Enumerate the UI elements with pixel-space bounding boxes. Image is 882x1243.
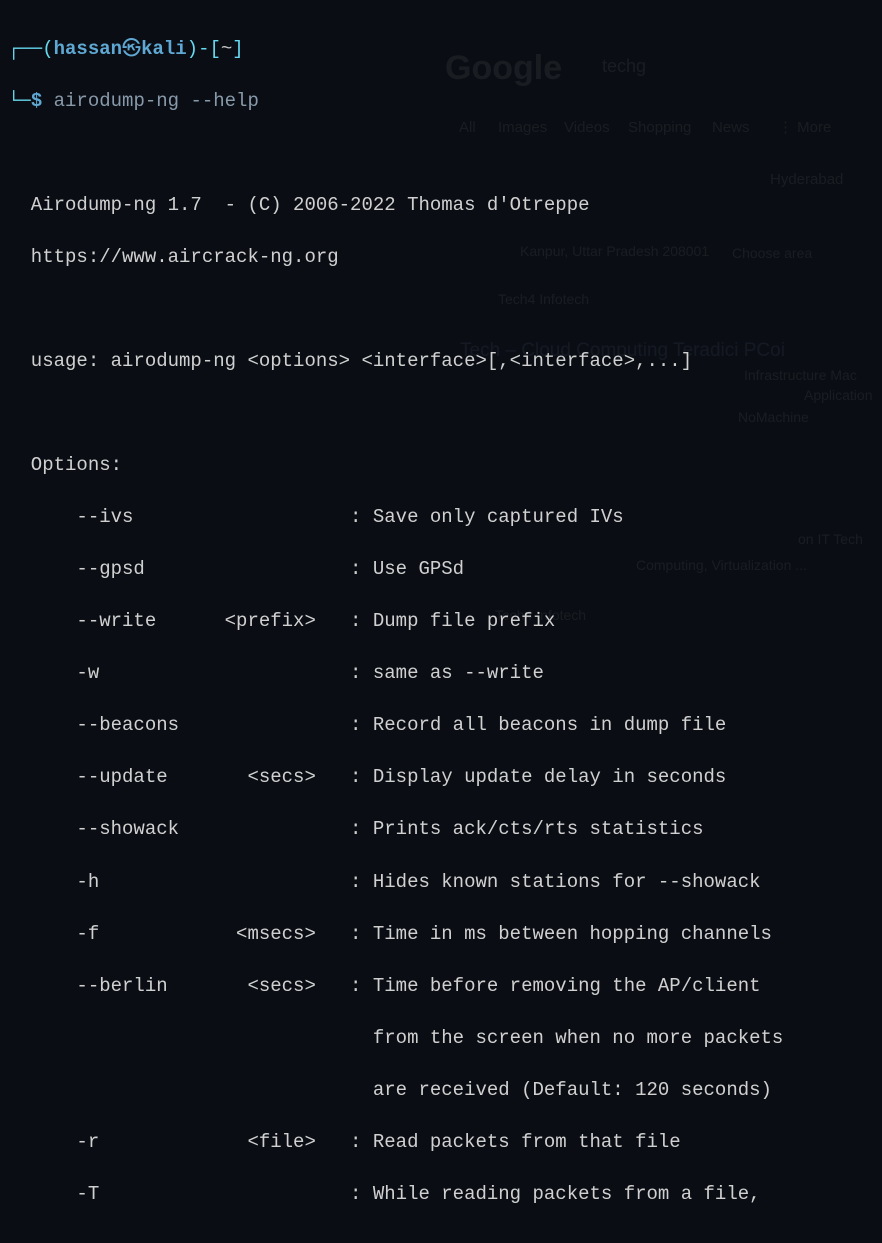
output-opt-berlin: from the screen when no more packets [8, 1025, 874, 1051]
output-opt-berlin: are received (Default: 120 seconds) [8, 1077, 874, 1103]
output-opt-showack: --showack : Prints ack/cts/rts statistic… [8, 816, 874, 842]
prompt-line-1: ┌──(hassan㉿kali)-[~] [8, 36, 874, 62]
command-input[interactable]: airodump-ng --help [54, 90, 259, 112]
output-opt-T: -T : While reading packets from a file, [8, 1181, 874, 1207]
output-opt-h: -h : Hides known stations for --showack [8, 869, 874, 895]
prompt-host: kali [141, 38, 187, 60]
prompt-line-2: └─$ airodump-ng --help [8, 88, 874, 114]
output-line [8, 296, 874, 322]
output-opt-berlin: --berlin <secs> : Time before removing t… [8, 973, 874, 999]
output-opt-write: --write <prefix> : Dump file prefix [8, 608, 874, 634]
close-paren: ) [187, 38, 198, 60]
terminal-window[interactable]: ┌──(hassan㉿kali)-[~] └─$ airodump-ng --h… [0, 0, 882, 1243]
open-bracket: [ [209, 38, 220, 60]
output-opt-r: -r <file> : Read packets from that file [8, 1129, 874, 1155]
output-line [8, 140, 874, 166]
at-icon: ㉿ [122, 38, 141, 60]
output-opt-gpsd: --gpsd : Use GPSd [8, 556, 874, 582]
output-opt-update: --update <secs> : Display update delay i… [8, 764, 874, 790]
output-url: https://www.aircrack-ng.org [8, 244, 874, 270]
box-corner-bl: └─ [8, 90, 31, 112]
close-bracket: ] [232, 38, 243, 60]
dash: - [198, 38, 209, 60]
output-opt-beacons: --beacons : Record all beacons in dump f… [8, 712, 874, 738]
open-paren: ( [42, 38, 53, 60]
output-line [8, 400, 874, 426]
output-options-header: Options: [8, 452, 874, 478]
box-corner-tl: ┌── [8, 38, 42, 60]
output-opt-w: -w : same as --write [8, 660, 874, 686]
output-opt-ivs: --ivs : Save only captured IVs [8, 504, 874, 530]
prompt-user: hassan [54, 38, 122, 60]
output-opt-f: -f <msecs> : Time in ms between hopping … [8, 921, 874, 947]
prompt-path: ~ [221, 38, 232, 60]
output-usage: usage: airodump-ng <options> <interface>… [8, 348, 874, 374]
output-version: Airodump-ng 1.7 - (C) 2006-2022 Thomas d… [8, 192, 874, 218]
dollar-icon: $ [31, 90, 42, 112]
